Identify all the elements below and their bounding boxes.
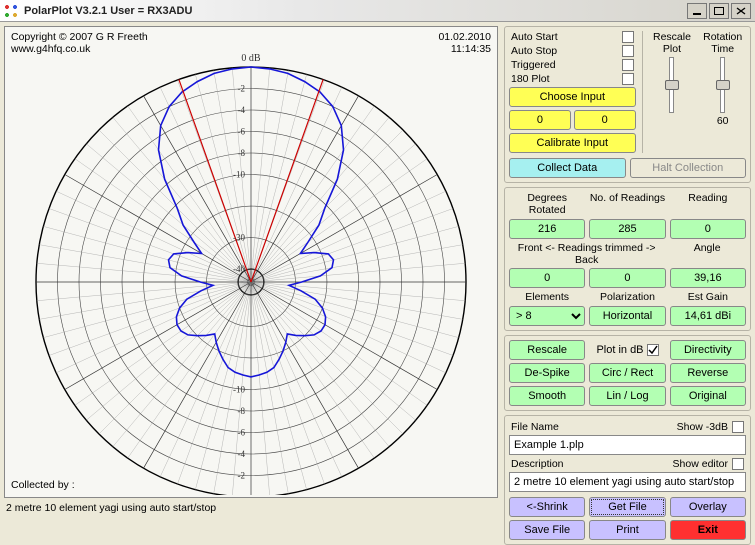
acquisition-panel: Auto Start Auto Stop Triggered 180 Plot bbox=[504, 26, 751, 183]
overlay-button[interactable]: Overlay bbox=[670, 497, 746, 517]
readings-value: 285 bbox=[589, 219, 665, 239]
svg-text:-6: -6 bbox=[238, 428, 246, 438]
svg-text:-40: -40 bbox=[233, 264, 245, 274]
circrect-button[interactable]: Circ / Rect bbox=[589, 363, 665, 383]
exit-button[interactable]: Exit bbox=[670, 520, 746, 540]
transform-panel: Rescale Plot in dB Directivity De-Spike … bbox=[504, 335, 751, 411]
collect-data-button[interactable]: Collect Data bbox=[509, 158, 626, 178]
readings-label: No. of Readings bbox=[589, 192, 665, 216]
collected-by-text: Collected by : bbox=[11, 479, 75, 491]
reading-label: Reading bbox=[670, 192, 746, 216]
show-3db-label: Show -3dB bbox=[677, 421, 728, 433]
angle-value: 39,16 bbox=[670, 268, 746, 288]
file-name-label: File Name bbox=[511, 421, 559, 433]
triggered-row: Triggered bbox=[511, 59, 634, 71]
elements-label: Elements bbox=[509, 291, 585, 303]
svg-text:-8: -8 bbox=[238, 148, 246, 158]
polarization-label: Polarization bbox=[589, 291, 665, 303]
estgain-value: 14,61 dBi bbox=[670, 306, 746, 326]
degrees-rotated-label: Degrees Rotated bbox=[509, 192, 585, 216]
maximize-button[interactable] bbox=[709, 3, 729, 19]
rescale-plot-label: Rescale Plot bbox=[653, 31, 691, 55]
stats-panel: Degrees Rotated No. of Readings Reading … bbox=[504, 187, 751, 331]
back-trim-value: 0 bbox=[589, 268, 665, 288]
print-button[interactable]: Print bbox=[589, 520, 665, 540]
svg-text:0 dB: 0 dB bbox=[241, 53, 261, 64]
plot-db-checkbox[interactable] bbox=[647, 344, 659, 356]
input-right-value: 0 bbox=[574, 110, 636, 130]
plot180-row: 180 Plot bbox=[511, 73, 634, 85]
show-editor-label: Show editor bbox=[673, 458, 728, 470]
svg-text:-10: -10 bbox=[233, 385, 245, 395]
close-button[interactable] bbox=[731, 3, 751, 19]
elements-select[interactable]: > 8 bbox=[509, 306, 585, 326]
window-title: PolarPlot V3.2.1 User = RX3ADU bbox=[24, 5, 685, 17]
calibrate-input-button[interactable]: Calibrate Input bbox=[509, 133, 636, 153]
plot180-checkbox[interactable] bbox=[622, 73, 634, 85]
app-icon bbox=[4, 4, 18, 18]
rescale-plot-slider[interactable] bbox=[669, 57, 674, 113]
plot-pane: Copyright © 2007 G R Freeth www.g4hfq.co… bbox=[0, 22, 502, 526]
svg-text:-6: -6 bbox=[238, 127, 246, 137]
show-editor-checkbox[interactable] bbox=[732, 458, 744, 470]
trimmed-label: Front <- Readings trimmed -> Back bbox=[509, 242, 664, 266]
minimize-button[interactable] bbox=[687, 3, 707, 19]
plot180-label: 180 Plot bbox=[511, 73, 550, 85]
front-trim-value: 0 bbox=[509, 268, 585, 288]
halt-collection-button[interactable]: Halt Collection bbox=[630, 158, 747, 178]
input-left-value: 0 bbox=[509, 110, 571, 130]
angle-label: Angle bbox=[668, 242, 746, 266]
degrees-rotated-value: 216 bbox=[509, 219, 585, 239]
rescale-plot-slider-group: Rescale Plot bbox=[649, 31, 696, 153]
svg-text:-10: -10 bbox=[233, 170, 245, 180]
controls-pane: Auto Start Auto Stop Triggered 180 Plot bbox=[502, 22, 755, 526]
svg-text:-4: -4 bbox=[238, 449, 246, 459]
description-input[interactable] bbox=[509, 472, 746, 492]
show-3db-checkbox[interactable] bbox=[732, 421, 744, 433]
polar-plot-area: Copyright © 2007 G R Freeth www.g4hfq.co… bbox=[4, 26, 498, 498]
title-bar: PolarPlot V3.2.1 User = RX3ADU bbox=[0, 0, 755, 22]
svg-text:-2: -2 bbox=[238, 84, 246, 94]
reverse-button[interactable]: Reverse bbox=[670, 363, 746, 383]
polarization-button[interactable]: Horizontal bbox=[589, 306, 665, 326]
get-file-button[interactable]: Get File bbox=[589, 497, 665, 517]
rotation-time-label: Rotation Time bbox=[703, 31, 742, 55]
auto-stop-checkbox[interactable] bbox=[622, 45, 634, 57]
directivity-button[interactable]: Directivity bbox=[670, 340, 746, 360]
auto-start-row: Auto Start bbox=[511, 31, 634, 43]
triggered-checkbox[interactable] bbox=[622, 59, 634, 71]
auto-start-checkbox[interactable] bbox=[622, 31, 634, 43]
auto-stop-label: Auto Stop bbox=[511, 45, 557, 57]
linlog-button[interactable]: Lin / Log bbox=[589, 386, 665, 406]
rotation-time-slider[interactable] bbox=[720, 57, 725, 113]
rotation-time-slider-group: Rotation Time 60 bbox=[699, 31, 746, 153]
svg-text:-4: -4 bbox=[238, 105, 246, 115]
estgain-label: Est Gain bbox=[670, 291, 746, 303]
file-name-input[interactable] bbox=[509, 435, 746, 455]
reading-value: 0 bbox=[670, 219, 746, 239]
auto-start-label: Auto Start bbox=[511, 31, 558, 43]
auto-stop-row: Auto Stop bbox=[511, 45, 634, 57]
shrink-button[interactable]: <-Shrink bbox=[509, 497, 585, 517]
rotation-time-value: 60 bbox=[717, 115, 729, 127]
svg-text:-2: -2 bbox=[238, 471, 246, 481]
footer-description: 2 metre 10 element yagi using auto start… bbox=[4, 502, 498, 514]
plot-db-label: Plot in dB bbox=[596, 344, 643, 356]
triggered-label: Triggered bbox=[511, 59, 556, 71]
rescale-button[interactable]: Rescale bbox=[509, 340, 585, 360]
description-label: Description bbox=[511, 458, 564, 470]
choose-input-button[interactable]: Choose Input bbox=[509, 87, 636, 107]
svg-text:-8: -8 bbox=[238, 406, 246, 416]
despike-button[interactable]: De-Spike bbox=[509, 363, 585, 383]
original-button[interactable]: Original bbox=[670, 386, 746, 406]
smooth-button[interactable]: Smooth bbox=[509, 386, 585, 406]
polar-chart: -2 -4 -6 -8 -10 -2 -4 -6 -8 -10 -30 -40 0 dB bbox=[5, 27, 497, 495]
svg-text:-30: -30 bbox=[233, 233, 245, 243]
save-file-button[interactable]: Save File bbox=[509, 520, 585, 540]
